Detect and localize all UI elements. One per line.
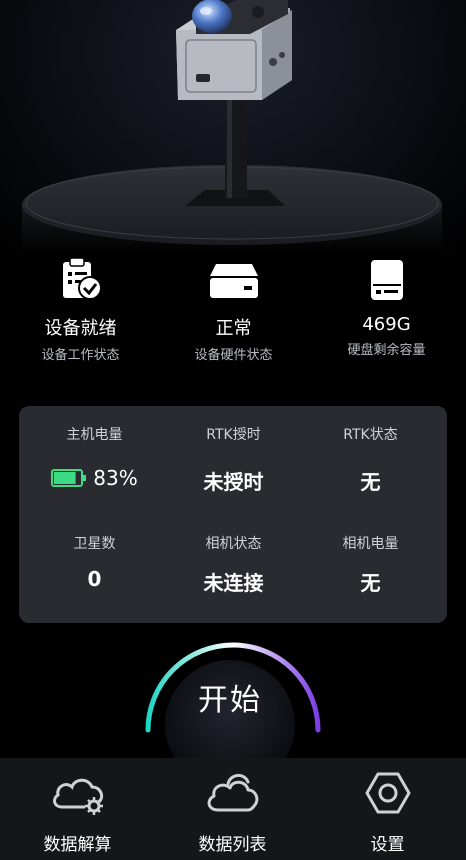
rtk-status-cell: RTK状态 无 (299, 424, 442, 495)
tab-data-list[interactable]: 数据列表 (155, 758, 310, 860)
camera-battery-value: 无 (360, 571, 381, 595)
rtk-auth-cell: RTK授时 未授时 (162, 424, 305, 495)
rtk-auth-label: RTK授时 (206, 427, 261, 443)
device-ready-value: 设备就绪 (44, 318, 117, 339)
tab-data-solve[interactable]: 数据解算 (0, 758, 155, 860)
camera-battery-label: 相机电量 (342, 536, 399, 552)
hard-disk-icon (309, 250, 464, 302)
tab-data-solve-label: 数据解算 (43, 835, 112, 855)
disk-value: 469G (362, 314, 411, 335)
host-battery-value-wrap: 83% (23, 466, 166, 490)
device-ready-status: 设备就绪 设备工作状态 (3, 250, 158, 363)
scanner-device-illustration (22, 0, 442, 255)
cloud-gear-icon (0, 758, 155, 828)
device-info-panel: 主机电量 83% RTK授时 未授时 RTK状态 无 卫星数 0 相机状态 未连… (19, 406, 447, 623)
hex-nut-settings-icon (310, 758, 465, 828)
hardware-status: 正常 设备硬件状态 (156, 250, 311, 363)
camera-status-value: 未连接 (203, 571, 264, 595)
hardware-box-icon (156, 250, 311, 302)
host-battery-cell: 主机电量 83% (23, 424, 166, 490)
satellites-label: 卫星数 (73, 536, 116, 552)
clipboard-check-icon (3, 250, 158, 302)
tab-data-list-label: 数据列表 (198, 835, 267, 855)
host-battery-label: 主机电量 (66, 427, 123, 443)
battery-icon (51, 469, 87, 487)
start-button-label: 开始 (198, 683, 262, 718)
disk-label: 硬盘剩余容量 (347, 343, 426, 358)
bottom-tab-bar: 数据解算 数据列表 设置 (0, 758, 466, 860)
device-ready-label: 设备工作状态 (41, 348, 120, 363)
clouds-icon (155, 758, 310, 828)
disk-status: 469G 硬盘剩余容量 (309, 250, 464, 358)
hardware-value: 正常 (215, 318, 252, 339)
device-hero-image (0, 0, 466, 255)
camera-status-cell: 相机状态 未连接 (162, 533, 305, 596)
rtk-auth-value: 未授时 (203, 470, 264, 494)
rtk-status-label: RTK状态 (343, 427, 398, 443)
satellites-cell: 卫星数 0 (23, 533, 166, 591)
satellites-value: 0 (87, 567, 102, 591)
tab-settings-label: 设置 (370, 835, 405, 855)
camera-battery-cell: 相机电量 无 (299, 533, 442, 596)
rtk-status-value: 无 (360, 470, 381, 494)
camera-status-label: 相机状态 (205, 536, 262, 552)
tab-settings[interactable]: 设置 (310, 758, 465, 860)
hardware-label: 设备硬件状态 (194, 348, 273, 363)
host-battery-value: 83% (93, 466, 138, 490)
start-button-area: 开始 (130, 640, 330, 790)
status-summary-row: 设备就绪 设备工作状态 正常 设备硬件状态 469G 硬盘剩余容量 (0, 250, 466, 370)
